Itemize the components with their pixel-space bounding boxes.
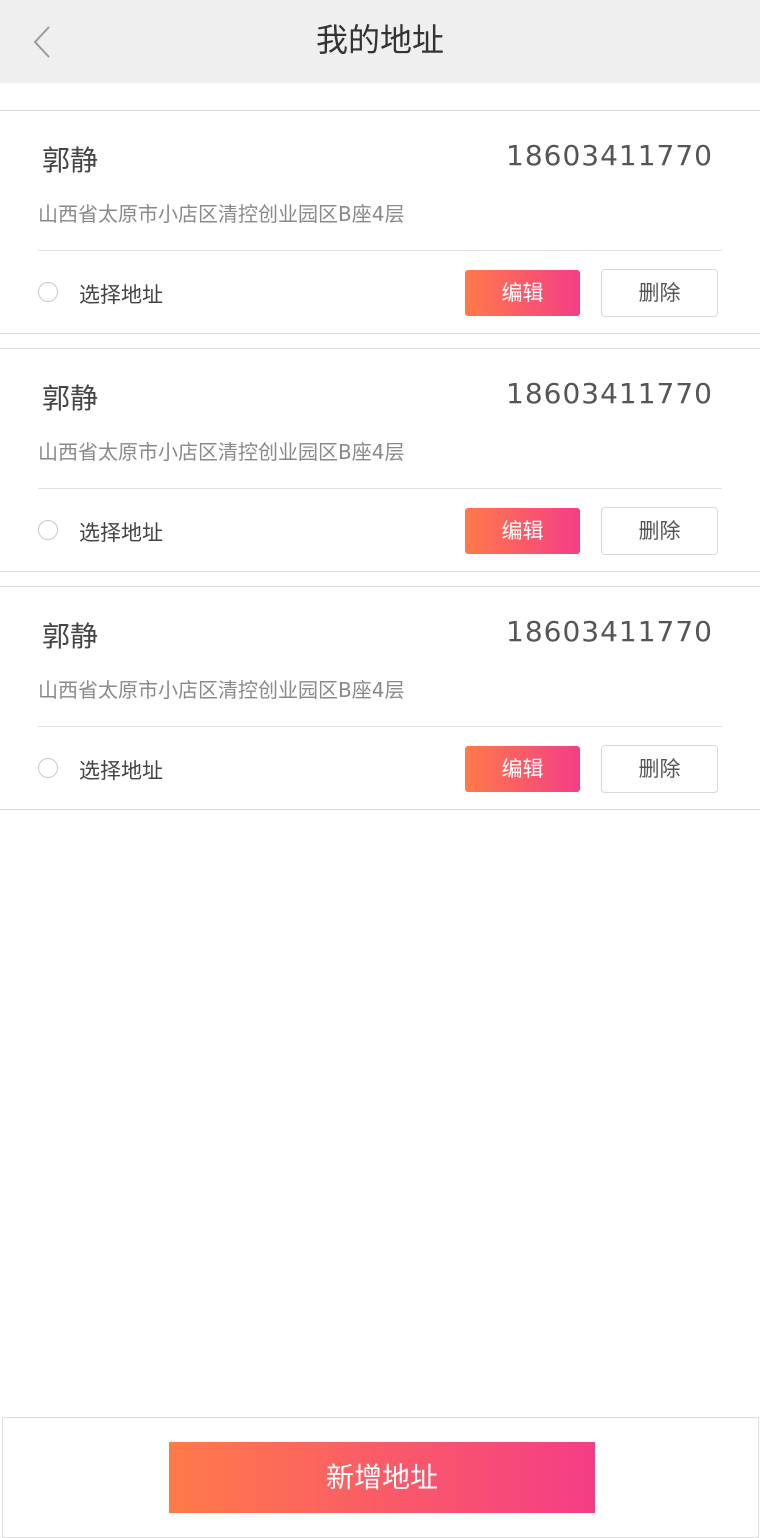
delete-button[interactable]: 删除 xyxy=(601,269,718,317)
contact-name: 郭静 xyxy=(42,382,99,415)
address-page: 我的地址 郭静 18603411770 山西省太原市小店区清控创业园区B座4层 … xyxy=(0,0,760,1538)
edit-button[interactable]: 编辑 xyxy=(465,508,580,554)
delete-button[interactable]: 删除 xyxy=(601,745,718,793)
card-divider xyxy=(38,250,722,251)
contact-name: 郭静 xyxy=(42,620,99,653)
contact-phone: 18603411770 xyxy=(506,615,713,648)
address-card: 郭静 18603411770 山西省太原市小店区清控创业园区B座4层 选择地址 … xyxy=(0,586,760,810)
address-text: 山西省太原市小店区清控创业园区B座4层 xyxy=(38,440,405,464)
address-card: 郭静 18603411770 山西省太原市小店区清控创业园区B座4层 选择地址 … xyxy=(0,348,760,572)
contact-phone: 18603411770 xyxy=(506,139,713,172)
edit-button[interactable]: 编辑 xyxy=(465,270,580,316)
select-address-radio[interactable] xyxy=(38,520,58,540)
address-card: 郭静 18603411770 山西省太原市小店区清控创业园区B座4层 选择地址 … xyxy=(0,110,760,334)
contact-name: 郭静 xyxy=(42,144,99,177)
header-bar: 我的地址 xyxy=(0,0,760,83)
address-text: 山西省太原市小店区清控创业园区B座4层 xyxy=(38,202,405,226)
select-address-radio[interactable] xyxy=(38,282,58,302)
select-address-label[interactable]: 选择地址 xyxy=(79,517,163,547)
select-address-label[interactable]: 选择地址 xyxy=(79,279,163,309)
address-text: 山西省太原市小店区清控创业园区B座4层 xyxy=(38,678,405,702)
add-address-button[interactable]: 新增地址 xyxy=(169,1442,595,1513)
page-title: 我的地址 xyxy=(315,21,444,59)
edit-button[interactable]: 编辑 xyxy=(465,746,580,792)
select-address-label[interactable]: 选择地址 xyxy=(79,755,163,785)
card-divider xyxy=(38,488,722,489)
delete-button[interactable]: 删除 xyxy=(601,507,718,555)
select-address-radio[interactable] xyxy=(38,758,58,778)
card-divider xyxy=(38,726,722,727)
contact-phone: 18603411770 xyxy=(506,377,713,410)
address-list: 郭静 18603411770 山西省太原市小店区清控创业园区B座4层 选择地址 … xyxy=(0,110,760,824)
footer-bar: 新增地址 xyxy=(2,1417,759,1538)
